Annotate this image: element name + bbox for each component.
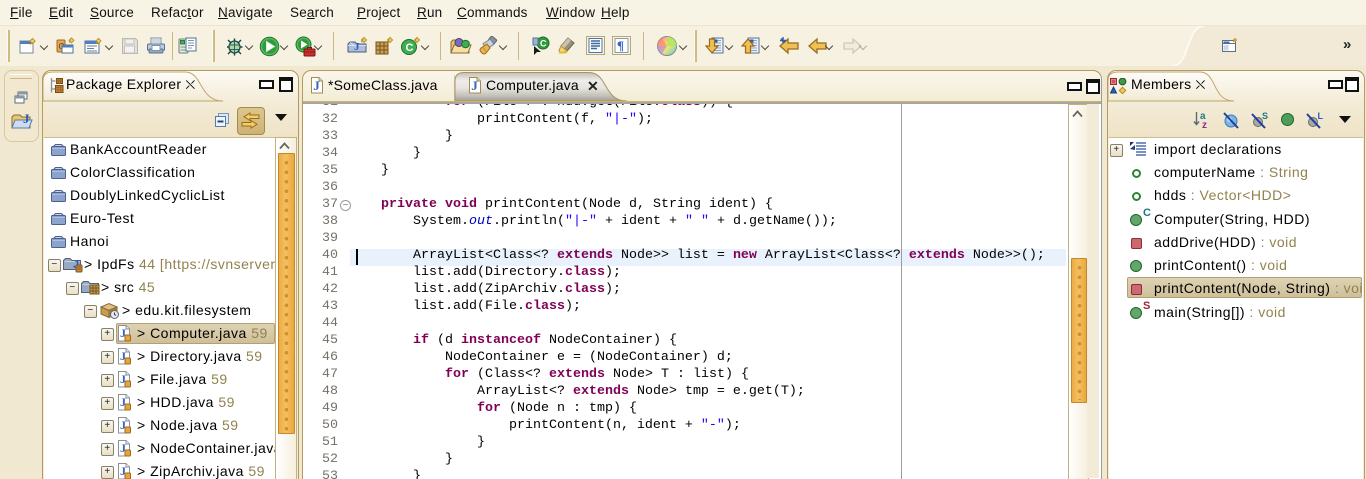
svg-text:S: S — [1262, 111, 1268, 121]
svg-text:J: J — [354, 41, 360, 53]
svg-text:J: J — [23, 111, 30, 126]
svg-text:L: L — [1318, 111, 1324, 121]
svg-text:C: C — [406, 42, 414, 54]
svg-text:C: C — [540, 39, 547, 49]
svg-text:¶: ¶ — [617, 38, 624, 53]
svg-text:z: z — [1202, 120, 1207, 129]
